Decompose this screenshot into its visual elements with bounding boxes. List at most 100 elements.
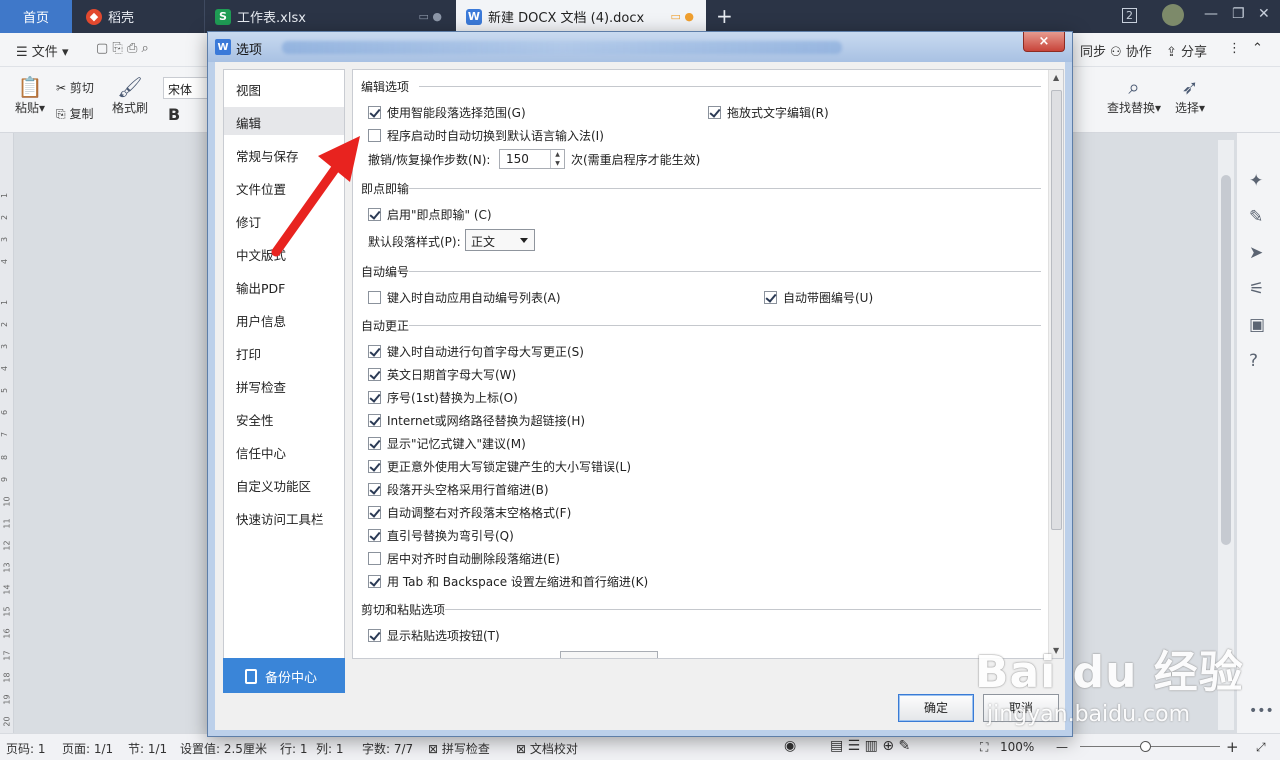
opt-smart-para[interactable]: 使用智能段落选择范围(G) <box>368 104 526 121</box>
opt-auto-correct[interactable]: 显示"记忆式键入"建议(M) <box>368 435 526 452</box>
file-menu[interactable]: ☰ 文件 ▾ <box>16 41 68 60</box>
nav-item[interactable]: 输出PDF <box>224 272 344 300</box>
pointer-icon[interactable]: ➤ <box>1249 243 1263 263</box>
backup-center-button[interactable]: 备份中心 <box>223 658 345 693</box>
paste-button[interactable]: 📋 粘贴▾ <box>10 75 50 116</box>
options-scrollbar[interactable]: ▲ ▼ <box>1048 70 1063 658</box>
cut-button[interactable]: ✂ 剪切 <box>56 79 94 96</box>
nav-item[interactable]: 快速访问工具栏 <box>224 503 344 531</box>
checkbox[interactable] <box>764 291 777 304</box>
pen-icon[interactable]: ✎ <box>1249 207 1263 227</box>
restore-icon[interactable]: ❐ <box>1232 6 1245 22</box>
checkbox[interactable] <box>368 291 381 304</box>
quick-tools-icon[interactable]: ▢ ⎘ ⎙ ⌕ <box>96 41 149 56</box>
minimize-icon[interactable]: — <box>1204 6 1218 22</box>
share-button[interactable]: ⇪ 分享 <box>1166 41 1207 60</box>
window-count-badge[interactable]: 2 <box>1122 8 1137 23</box>
zoom-out-icon[interactable]: — <box>1056 740 1068 754</box>
tab-xlsx[interactable]: S 工作表.xlsx ▭ ● <box>204 0 454 33</box>
checkbox[interactable] <box>368 106 381 119</box>
opt-auto-correct[interactable]: 居中对齐时自动删除段落缩进(E) <box>368 550 560 567</box>
zoom-level[interactable]: 100% <box>1000 740 1034 754</box>
doc-proof-button[interactable]: ⊠ 文档校对 <box>516 740 578 757</box>
checkbox[interactable] <box>368 368 381 381</box>
tab-docer[interactable]: ◆ 稻壳 <box>72 0 200 33</box>
zoom-in-icon[interactable]: + <box>1226 738 1239 756</box>
zoom-slider-handle[interactable] <box>1140 741 1151 752</box>
opt-auto-correct[interactable]: Internet或网络路径替换为超链接(H) <box>368 412 585 429</box>
opt-auto-ime[interactable]: 程序启动时自动切换到默认语言输入法(I) <box>368 127 604 144</box>
opt-auto-correct[interactable]: 直引号替换为弯引号(Q) <box>368 527 514 544</box>
nav-item[interactable]: 信任中心 <box>224 437 344 465</box>
tab-close-dot-icon[interactable]: ▭ ● <box>419 10 443 23</box>
opt-auto-correct[interactable]: 英文日期首字母大写(W) <box>368 366 516 383</box>
eye-protect-icon[interactable]: ◉ <box>784 738 796 754</box>
help-icon[interactable]: ? <box>1249 351 1258 371</box>
dialog-close-button[interactable]: × <box>1023 32 1065 52</box>
nav-item[interactable]: 打印 <box>224 338 344 366</box>
briefcase-icon[interactable]: ▣ <box>1249 315 1265 335</box>
select-button[interactable]: ➶ 选择▾ <box>1172 75 1208 116</box>
fullscreen-icon[interactable]: ⤢ <box>1256 740 1266 755</box>
sync-label[interactable]: 同步 <box>1080 41 1106 60</box>
nav-item[interactable]: 拼写检查 <box>224 371 344 399</box>
bold-button[interactable]: B <box>168 105 180 124</box>
format-painter-button[interactable]: 🖌 格式刷 <box>108 75 152 116</box>
opt-auto-correct[interactable]: 用 Tab 和 Backspace 设置左缩进和首行缩进(K) <box>368 573 648 590</box>
close-icon[interactable]: ✕ <box>1258 6 1270 22</box>
options-scroll-thumb[interactable] <box>1051 90 1062 530</box>
spell-check-button[interactable]: ⊠ 拼写检查 <box>428 740 490 757</box>
tab-docx[interactable]: W 新建 DOCX 文档 (4).docx ▭ ● <box>456 0 706 33</box>
fit-icon[interactable]: ⛶ <box>980 740 988 755</box>
opt-auto-correct[interactable]: 键入时自动进行句首字母大写更正(S) <box>368 343 584 360</box>
opt-show-paste-button[interactable]: 显示粘贴选项按钮(T) <box>368 627 500 644</box>
opt-auto-correct[interactable]: 序号(1st)替换为上标(O) <box>368 389 518 406</box>
opt-click-type-enable[interactable]: 启用"即点即输" (C) <box>368 206 492 223</box>
pin-icon[interactable]: ✦ <box>1249 171 1263 191</box>
sliders-icon[interactable]: ⚟ <box>1249 279 1264 299</box>
checkbox[interactable] <box>368 629 381 642</box>
spin-arrows-icon[interactable]: ▲ ▼ <box>550 150 564 168</box>
unsaved-dot-icon[interactable]: ▭ ● <box>671 10 695 23</box>
tab-home[interactable]: 首页 <box>0 0 72 33</box>
find-replace-button[interactable]: ⌕ 查找替换▾ <box>1104 75 1164 116</box>
copy-button[interactable]: ⎘ 复制 <box>56 105 93 122</box>
view-mode-icons[interactable]: ▤ ☰ ▥ ⊕ ✎ <box>830 738 910 754</box>
checkbox[interactable] <box>368 483 381 496</box>
checkbox[interactable] <box>368 437 381 450</box>
new-tab-icon[interactable]: + <box>716 4 733 28</box>
checkbox[interactable] <box>708 106 721 119</box>
font-name-select[interactable]: 宋体 <box>163 77 209 99</box>
checkbox[interactable] <box>368 345 381 358</box>
scroll-up-icon[interactable]: ▲ <box>1053 73 1059 82</box>
checkbox[interactable] <box>368 552 381 565</box>
nav-item[interactable]: 视图 <box>224 74 344 102</box>
nav-item[interactable]: 用户信息 <box>224 305 344 333</box>
section-auto-numbering: 自动编号 <box>361 265 410 279</box>
checkbox[interactable] <box>368 506 381 519</box>
default-style-select[interactable]: 正文 <box>465 229 535 251</box>
undo-steps-input[interactable]: 150 ▲ ▼ <box>499 149 565 169</box>
dialog-title-bar[interactable]: W 选项 <box>208 32 1072 62</box>
opt-auto-correct[interactable]: 段落开头空格采用行首缩进(B) <box>368 481 549 498</box>
checkbox[interactable] <box>368 391 381 404</box>
checkbox[interactable] <box>368 529 381 542</box>
partially-hidden-button[interactable] <box>560 651 658 658</box>
opt-drag-drop[interactable]: 拖放式文字编辑(R) <box>708 104 829 121</box>
collapse-ribbon-icon[interactable]: ⌃ <box>1252 41 1263 56</box>
opt-auto-correct[interactable]: 自动调整右对齐段落末空格格式(F) <box>368 504 571 521</box>
more-dots-icon[interactable]: ••• <box>1249 703 1274 719</box>
avatar[interactable] <box>1162 4 1184 26</box>
collab-button[interactable]: ⚇ 协作 <box>1110 41 1152 60</box>
more-icon[interactable]: ⋮ <box>1228 41 1241 56</box>
opt-circle-number[interactable]: 自动带圈编号(U) <box>764 289 873 306</box>
checkbox[interactable] <box>368 575 381 588</box>
opt-auto-list[interactable]: 键入时自动应用自动编号列表(A) <box>368 289 561 306</box>
ok-button[interactable]: 确定 <box>898 694 974 722</box>
nav-item[interactable]: 自定义功能区 <box>224 470 344 498</box>
document-scroll-thumb[interactable] <box>1221 175 1231 545</box>
checkbox[interactable] <box>368 414 381 427</box>
opt-auto-correct[interactable]: 更正意外使用大写锁定键产生的大小写错误(L) <box>368 458 631 475</box>
checkbox[interactable] <box>368 460 381 473</box>
nav-item[interactable]: 安全性 <box>224 404 344 432</box>
